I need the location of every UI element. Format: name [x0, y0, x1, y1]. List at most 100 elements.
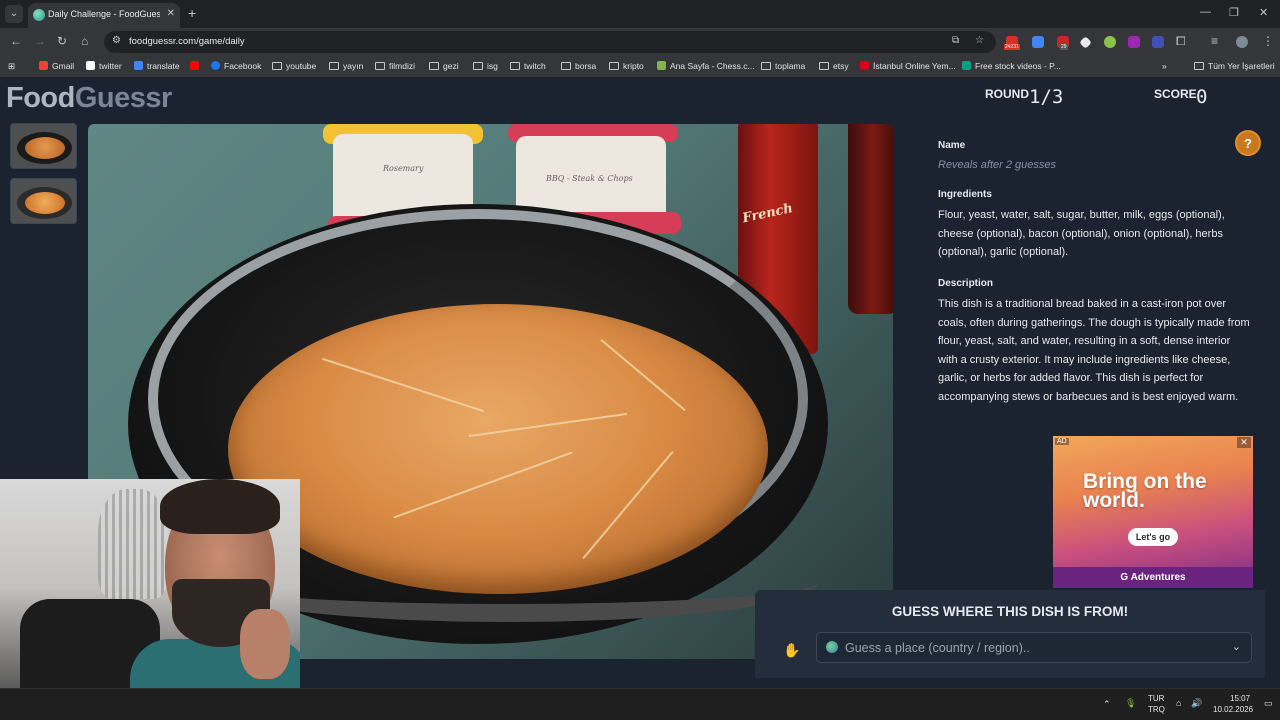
bookmark-folder-toplama[interactable]: toplama	[761, 61, 805, 71]
ingredients-text: Flour, yeast, water, salt, sugar, butter…	[938, 209, 1225, 259]
webcam-overlay	[0, 479, 300, 720]
bottle-label: French	[741, 201, 795, 227]
bookmark-folder-youtube[interactable]: youtube	[272, 61, 316, 71]
browser-toolbar: ← → ↻ ⌂ ⚙ foodguessr.com/game/daily ⧉ ☆ …	[0, 28, 1280, 56]
advertisement-banner[interactable]: AD ✕ Bring on the world. Let's go G Adve…	[1053, 436, 1253, 588]
bookmark-folder-yayin[interactable]: yayın	[329, 61, 363, 71]
minimize-button[interactable]: —	[1200, 6, 1211, 18]
bookmark-folder-gezi[interactable]: gezi	[429, 61, 459, 71]
bookmark-folder-etsy[interactable]: etsy	[819, 61, 849, 71]
ingredients-heading: Ingredients	[938, 189, 992, 200]
round-value: 1/3	[1029, 86, 1064, 108]
close-tab-icon[interactable]: ✕	[167, 8, 175, 19]
bookmark-chess[interactable]: Ana Sayfa - Chess.c...	[657, 61, 755, 71]
ad-brand: G Adventures	[1053, 567, 1253, 588]
extension-diamond-icon[interactable]	[1079, 36, 1092, 49]
sauce-bottle-dark	[848, 124, 893, 314]
bookmark-folder-kripto[interactable]: kripto	[609, 61, 644, 71]
tab-search-button[interactable]: ⌄	[5, 5, 23, 23]
folder-icon	[609, 62, 619, 70]
tray-chevron-up-icon[interactable]: ⌃	[1103, 699, 1111, 710]
volume-icon[interactable]: 🔊	[1191, 698, 1202, 709]
close-window-button[interactable]: ✕	[1259, 6, 1268, 19]
folder-icon	[819, 62, 829, 70]
chevron-down-icon[interactable]: ⌄	[1232, 640, 1241, 653]
ad-tag: AD	[1055, 438, 1069, 445]
round-label: ROUND	[985, 87, 1029, 101]
extension-badge: 24231	[1004, 44, 1020, 50]
extension-badge-2: 29	[1060, 44, 1068, 50]
bookmark-pexels[interactable]: Free stock videos - P...	[962, 61, 1061, 71]
profile-avatar[interactable]	[1236, 36, 1248, 48]
name-value: Reveals after 2 guesses	[938, 159, 1057, 171]
gmail-icon	[39, 61, 48, 70]
ad-close-icon[interactable]: ✕	[1237, 437, 1251, 448]
bookmark-istanbul[interactable]: İstanbul Online Yem...	[860, 61, 956, 71]
address-bar[interactable]: ⚙ foodguessr.com/game/daily ⧉ ☆	[104, 31, 996, 53]
home-icon[interactable]: ⌂	[81, 34, 88, 48]
photo-thumbnail-2[interactable]	[10, 178, 77, 224]
extension-icon-4[interactable]	[1128, 36, 1140, 48]
clock-date[interactable]: 10.02.2026	[1213, 705, 1253, 714]
logo-guessr: Guessr	[74, 82, 172, 114]
youtube-icon	[190, 61, 199, 70]
reading-list-icon[interactable]: ≡	[1211, 34, 1218, 48]
notification-icon[interactable]: ▭	[1264, 698, 1273, 709]
facebook-icon	[211, 61, 220, 70]
folder-icon	[429, 62, 439, 70]
score-label: SCORE	[1154, 87, 1197, 101]
folder-icon	[510, 62, 520, 70]
language-bottom[interactable]: TRQ	[1148, 705, 1165, 714]
menu-kebab-icon[interactable]: ⋮	[1262, 34, 1274, 48]
bookmark-star-icon[interactable]: ☆	[975, 35, 984, 46]
restore-button[interactable]: ❐	[1229, 6, 1239, 19]
pexels-icon	[962, 61, 971, 70]
chandelier	[98, 489, 168, 599]
bookmark-facebook[interactable]: Facebook	[211, 61, 261, 71]
bookmark-youtube-video[interactable]	[190, 61, 203, 71]
clock-time[interactable]: 15:07	[1230, 694, 1250, 703]
bookmark-folder-filmdizi[interactable]: filmdizi	[375, 61, 415, 71]
extension-icon-3[interactable]	[1104, 36, 1116, 48]
bookmark-folder-borsa[interactable]: borsa	[561, 61, 596, 71]
guess-location-select[interactable]: Guess a place (country / region).. ⌄	[816, 632, 1252, 663]
description-heading: Description	[938, 278, 994, 289]
all-bookmarks[interactable]: Tüm Yer İşaretleri	[1194, 61, 1275, 71]
new-tab-button[interactable]: +	[188, 5, 196, 21]
network-icon[interactable]: ⌂	[1176, 698, 1181, 708]
forward-arrow-icon[interactable]: →	[34, 34, 46, 48]
foodguessr-logo[interactable]: FoodGuessr	[6, 82, 172, 115]
active-tab[interactable]: Daily Challenge - FoodGuessr | ✕	[28, 3, 180, 28]
ad-headline: Bring on the world.	[1083, 470, 1207, 512]
site-info-icon[interactable]: ⚙	[112, 35, 121, 46]
thumb-bread	[25, 137, 65, 159]
tub-left-label: Rosemary	[383, 164, 424, 173]
drag-hand-icon[interactable]: ✋	[783, 642, 800, 659]
extensions-puzzle-icon[interactable]: ⧠	[1176, 34, 1186, 49]
language-top[interactable]: TUR	[1148, 694, 1164, 703]
photo-thumbnail-1[interactable]	[10, 123, 77, 169]
ad-cta-button[interactable]: Let's go	[1128, 528, 1178, 546]
istanbul-icon	[860, 61, 869, 70]
help-question-icon[interactable]: ?	[1235, 130, 1261, 156]
tub-right-label: BBQ - Steak & Chops	[546, 174, 633, 183]
foodguessr-favicon-icon	[33, 9, 45, 21]
bookmark-gmail[interactable]: Gmail	[39, 61, 74, 71]
translate-extension-icon[interactable]	[1032, 36, 1044, 48]
person-hand	[240, 609, 290, 679]
bookmark-folder-twitch[interactable]: twitch	[510, 61, 546, 71]
more-bookmarks-chevron-icon[interactable]: »	[1162, 61, 1167, 71]
microphone-icon[interactable]: 🎙	[1125, 698, 1136, 709]
back-arrow-icon[interactable]: ←	[10, 34, 22, 48]
bookmark-twitter[interactable]: twitter	[86, 61, 122, 71]
extension-icon-5[interactable]	[1152, 36, 1164, 48]
install-app-icon[interactable]: ⧉	[952, 35, 959, 46]
apps-grid-icon[interactable]: ⊞	[8, 61, 15, 72]
guess-placeholder: Guess a place (country / region)..	[845, 641, 1030, 655]
reload-icon[interactable]: ↻	[57, 34, 67, 48]
bookmark-translate[interactable]: translate	[134, 61, 180, 71]
folder-icon	[1194, 62, 1204, 70]
person-hair	[160, 479, 280, 534]
chess-icon	[657, 61, 666, 70]
bookmark-folder-isg[interactable]: isg	[473, 61, 498, 71]
